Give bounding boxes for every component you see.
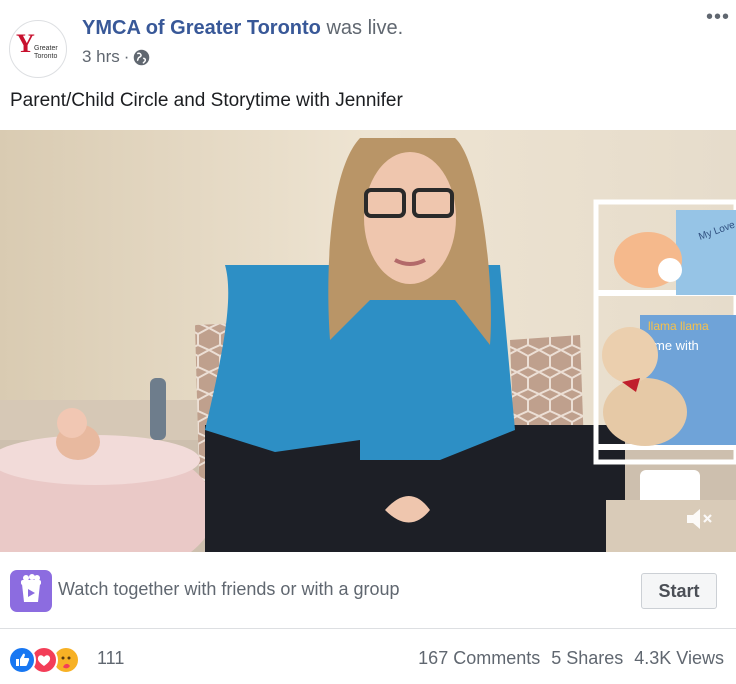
post-meta: 3 hrs · — [82, 47, 150, 67]
post-title-line: YMCA of Greater Toronto was live. — [82, 15, 403, 41]
page-avatar[interactable]: Y Greater Toronto — [9, 20, 67, 78]
views-count: 4.3K Views — [634, 648, 724, 668]
like-icon — [8, 646, 36, 674]
start-watch-party-button[interactable]: Start — [641, 573, 717, 609]
page-name-link[interactable]: YMCA of Greater Toronto — [82, 17, 321, 39]
muted-speaker-icon[interactable] — [682, 505, 716, 533]
post-footer: 111 167 Comments 5 Shares 4.3K Views — [0, 630, 736, 684]
live-video-player[interactable]: My Love llama llama me with — [0, 130, 736, 552]
book-title-text-2: llama llama — [648, 319, 709, 333]
more-options-icon[interactable]: ••• — [700, 6, 736, 36]
live-status-text: was live. — [326, 17, 404, 39]
shares-count-link[interactable]: 5 Shares — [551, 648, 623, 669]
ymca-logo-icon: Y — [16, 29, 35, 58]
post-message: Parent/Child Circle and Storytime with J… — [10, 90, 403, 111]
engagement-stats: 167 Comments 5 Shares 4.3K Views — [418, 648, 724, 669]
post-timestamp[interactable]: 3 hrs — [82, 47, 120, 67]
comments-count-link[interactable]: 167 Comments — [418, 648, 540, 669]
post-header: Y Greater Toronto YMCA of Greater Toronto… — [0, 0, 736, 80]
book-title-text-3: me with — [654, 338, 699, 353]
meta-separator: · — [123, 47, 130, 66]
reactions-summary[interactable] — [8, 646, 94, 674]
watch-party-icon[interactable] — [10, 570, 52, 612]
avatar-logo-text: Greater Toronto — [34, 45, 58, 60]
globe-icon[interactable] — [133, 49, 150, 66]
watch-party-prompt: Watch together with friends or with a gr… — [58, 579, 400, 599]
watch-party-bar: Watch together with friends or with a gr… — [0, 553, 736, 629]
reaction-count[interactable]: 111 — [97, 648, 124, 669]
